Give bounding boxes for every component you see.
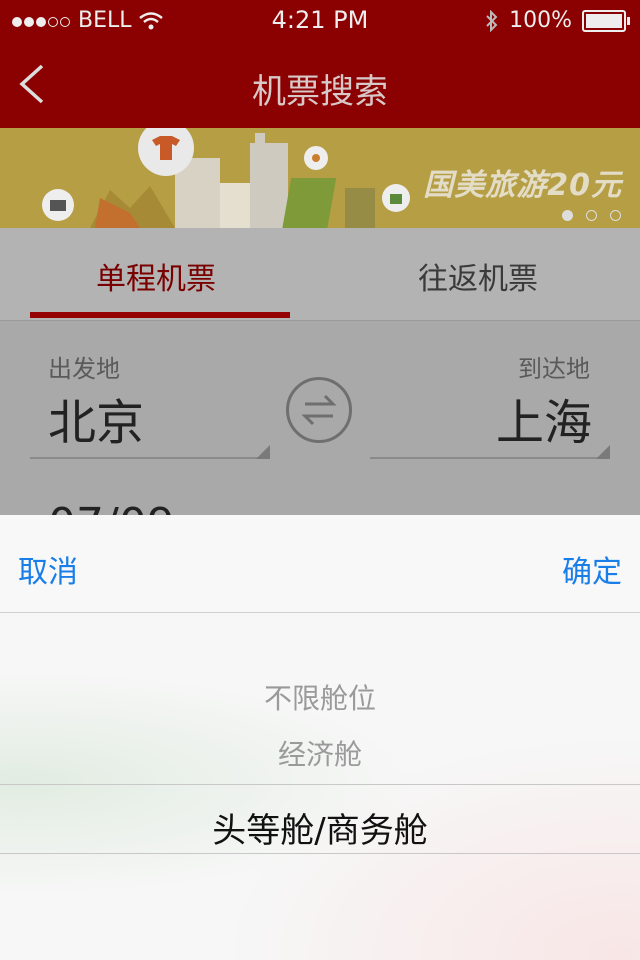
to-underline xyxy=(370,457,610,459)
city-illustration-icon xyxy=(42,128,410,228)
from-underline xyxy=(30,457,270,459)
cabin-class-picker-sheet: 取消 确定 不限舱位 经济舱 头等舱/商务舱 xyxy=(0,515,640,960)
dropdown-corner-icon xyxy=(596,445,610,459)
to-label: 到达地 xyxy=(518,355,590,383)
picker-option-selected[interactable]: 头等舱/商务舱 xyxy=(0,803,640,852)
carousel-dot xyxy=(610,210,621,221)
from-label: 出发地 xyxy=(48,355,120,383)
carousel-dot-active xyxy=(562,210,573,221)
carousel-dot xyxy=(586,210,597,221)
cabin-class-picker[interactable]: 不限舱位 经济舱 头等舱/商务舱 xyxy=(0,613,640,960)
banner-text: 国美旅游20元 xyxy=(423,168,622,203)
picker-toolbar: 取消 确定 xyxy=(0,515,640,613)
page-title: 机票搜索 xyxy=(252,72,388,112)
dropdown-corner-icon xyxy=(256,445,270,459)
swap-icon[interactable] xyxy=(286,377,352,443)
tab-round-trip[interactable]: 往返机票 xyxy=(418,254,538,298)
active-tab-indicator xyxy=(30,312,290,318)
nav-bar: 机票搜索 xyxy=(0,40,640,128)
status-bar: BELL 4:21 PM 100% xyxy=(0,0,640,40)
to-city[interactable]: 上海 xyxy=(496,383,592,453)
bluetooth-icon xyxy=(486,9,498,32)
picker-option[interactable]: 经济舱 xyxy=(0,733,640,773)
picker-option[interactable]: 不限舱位 xyxy=(0,677,640,717)
battery-icon xyxy=(582,9,630,32)
promo-banner[interactable]: 国美旅游20元 xyxy=(0,128,640,228)
confirm-button[interactable]: 确定 xyxy=(562,547,622,591)
battery-percent: 100% xyxy=(509,8,572,33)
search-form: 出发地 北京 到达地 上海 07/09 xyxy=(0,321,640,550)
ticket-type-tabs: 单程机票 往返机票 xyxy=(0,228,640,321)
from-city[interactable]: 北京 xyxy=(48,383,144,453)
cancel-button[interactable]: 取消 xyxy=(18,547,78,591)
tab-one-way[interactable]: 单程机票 xyxy=(96,254,216,298)
